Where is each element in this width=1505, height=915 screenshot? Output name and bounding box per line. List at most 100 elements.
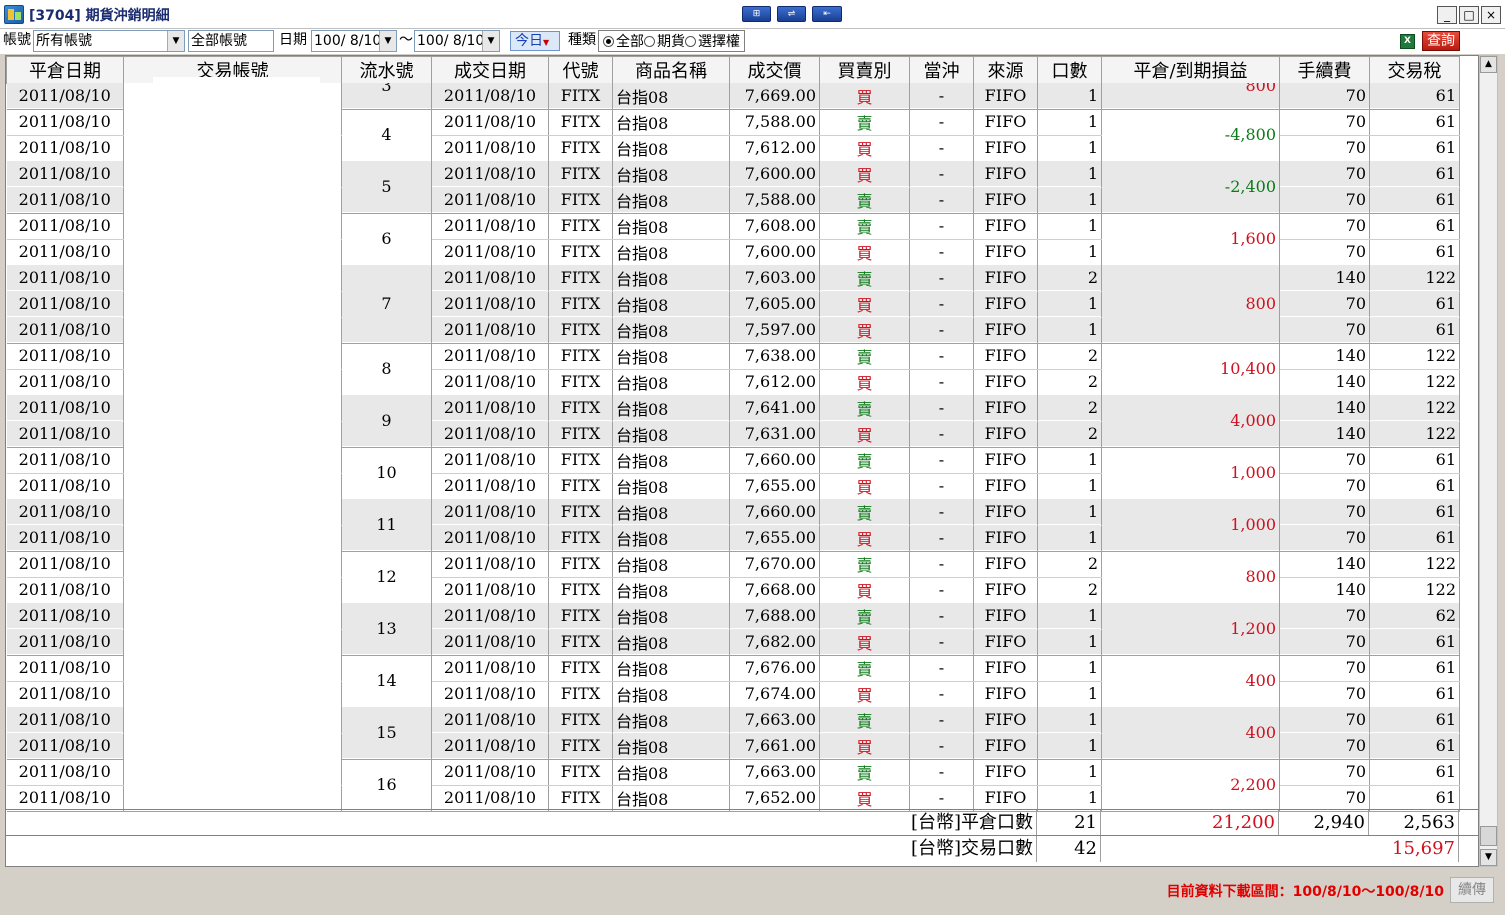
source-cell: FIFO (973, 368, 1038, 395)
close-date-cell: 2011/08/10 (6, 576, 124, 603)
source-cell: FIFO (973, 706, 1038, 733)
maximize-button[interactable]: □ (1459, 6, 1479, 24)
date-to-picker[interactable]: 100/ 8/10 ▼ (414, 30, 500, 52)
buy-sell-cell: 買 (819, 290, 910, 317)
day-trade-cell: - (909, 524, 974, 551)
tax-cell: 122 (1369, 576, 1460, 603)
fee-cell: 70 (1279, 446, 1370, 473)
product-name-cell: 台指08 (612, 602, 730, 629)
quantity-cell: 1 (1037, 602, 1102, 629)
day-trade-cell: - (909, 238, 974, 265)
trade-date-cell: 2011/08/10 (431, 680, 549, 707)
status-bar: 目前資料下載區間：100/8/10～100/8/10 續傳 (0, 867, 1505, 915)
product-code-cell: FITX (548, 758, 613, 785)
settlement-detail-grid[interactable]: 平倉日期 交易帳號 流水號 成交日期 代號 商品名稱 成交價 買賣別 當沖 來源 口數 平倉/到期損益… (5, 55, 1479, 867)
scroll-up-icon[interactable]: ▲ (1480, 56, 1497, 73)
source-cell: FIFO (973, 550, 1038, 577)
close-date-cell: 2011/08/10 (6, 134, 124, 161)
column-header[interactable]: 口數 (1037, 56, 1102, 84)
chevron-down-icon[interactable]: ▼ (167, 31, 184, 51)
day-trade-cell: - (909, 394, 974, 421)
product-code-cell: FITX (548, 108, 613, 135)
quantity-cell: 1 (1037, 238, 1102, 265)
type-radio-group: 全部 期貨 選擇權 (598, 30, 745, 52)
date-label: 日期 (279, 32, 307, 48)
column-header[interactable]: 買賣別 (819, 56, 910, 84)
vertical-scrollbar[interactable]: ▲ ▼ (1479, 55, 1498, 867)
trade-date-cell: 2011/08/10 (431, 628, 549, 655)
product-code-cell: FITX (548, 732, 613, 759)
column-header[interactable]: 當沖 (909, 56, 974, 84)
window-controls: _ □ × (1437, 6, 1501, 24)
product-name-cell: 台指08 (612, 758, 730, 785)
profit-loss-cell: 1,000 (1101, 446, 1280, 499)
source-cell: FIFO (973, 420, 1038, 447)
query-button[interactable]: 查詢 (1422, 31, 1460, 51)
source-cell: FIFO (973, 680, 1038, 707)
buy-sell-cell: 賣 (819, 758, 910, 785)
buy-sell-cell: 買 (819, 628, 910, 655)
close-date-cell: 2011/08/10 (6, 238, 124, 265)
quantity-cell: 1 (1037, 680, 1102, 707)
type-radio-options[interactable]: 選擇權 (685, 31, 740, 51)
column-header[interactable]: 流水號 (341, 56, 432, 84)
relay-button[interactable]: 續傳 (1450, 877, 1494, 903)
column-header[interactable]: 成交價 (729, 56, 820, 84)
close-date-cell: 2011/08/10 (6, 342, 124, 369)
account-select[interactable]: 所有帳號 ▼ (33, 30, 185, 52)
fee-cell: 70 (1279, 602, 1370, 629)
day-trade-cell: - (909, 680, 974, 707)
source-cell: FIFO (973, 758, 1038, 785)
trade-price-cell: 7,663.00 (729, 706, 820, 733)
product-name-cell: 台指08 (612, 654, 730, 681)
today-button[interactable]: 今日▼ (510, 31, 560, 51)
fee-cell: 70 (1279, 82, 1370, 109)
column-header[interactable]: 代號 (548, 56, 613, 84)
trade-date-cell: 2011/08/10 (431, 290, 549, 317)
scroll-thumb[interactable] (1480, 826, 1497, 846)
close-date-cell: 2011/08/10 (6, 82, 124, 109)
calendar-dropdown-icon[interactable]: ▼ (482, 31, 499, 51)
date-from-picker[interactable]: 100/ 8/10 ▼ (311, 30, 397, 52)
type-radio-all[interactable]: 全部 (603, 31, 644, 51)
close-date-cell: 2011/08/10 (6, 654, 124, 681)
type-radio-futures[interactable]: 期貨 (644, 31, 685, 51)
quantity-cell: 2 (1037, 368, 1102, 395)
detach-icon[interactable]: ⇤ (812, 6, 842, 22)
day-trade-cell: - (909, 654, 974, 681)
fee-cell: 70 (1279, 680, 1370, 707)
column-header[interactable]: 成交日期 (431, 56, 549, 84)
column-header[interactable]: 手續費 (1279, 56, 1370, 84)
trade-price-cell: 7,669.00 (729, 82, 820, 109)
close-button[interactable]: × (1481, 6, 1501, 24)
calendar-dropdown-icon[interactable]: ▼ (379, 31, 396, 51)
quantity-cell: 1 (1037, 472, 1102, 499)
fee-cell: 70 (1279, 212, 1370, 239)
quantity-cell: 2 (1037, 394, 1102, 421)
product-name-cell: 台指08 (612, 134, 730, 161)
tax-cell: 122 (1369, 394, 1460, 421)
excel-export-icon[interactable]: X (1400, 34, 1415, 49)
close-date-cell: 2011/08/10 (6, 498, 124, 525)
day-trade-cell: - (909, 576, 974, 603)
trade-date-cell: 2011/08/10 (431, 186, 549, 213)
minimize-button[interactable]: _ (1437, 6, 1457, 24)
column-header[interactable]: 商品名稱 (612, 56, 730, 84)
day-trade-cell: - (909, 368, 974, 395)
link-icon[interactable]: ⇌ (777, 6, 806, 22)
scroll-down-icon[interactable]: ▼ (1480, 849, 1497, 866)
summary-close-qty: 21 (1037, 810, 1101, 836)
product-code-cell: FITX (548, 368, 613, 395)
fee-cell: 70 (1279, 238, 1370, 265)
account-all-field[interactable]: 全部帳號 (188, 30, 274, 52)
column-header[interactable]: 平倉日期 (6, 56, 124, 84)
column-header[interactable]: 來源 (973, 56, 1038, 84)
column-header[interactable]: 交易稅 (1369, 56, 1460, 84)
column-header[interactable]: 平倉/到期損益 (1101, 56, 1280, 84)
profit-loss-cell: 1,600 (1101, 212, 1280, 265)
close-date-cell: 2011/08/10 (6, 784, 124, 811)
close-date-cell: 2011/08/10 (6, 368, 124, 395)
tile-icon[interactable]: ⊞ (742, 6, 771, 22)
product-code-cell: FITX (548, 784, 613, 811)
profit-loss-cell: 800 (1101, 264, 1280, 343)
